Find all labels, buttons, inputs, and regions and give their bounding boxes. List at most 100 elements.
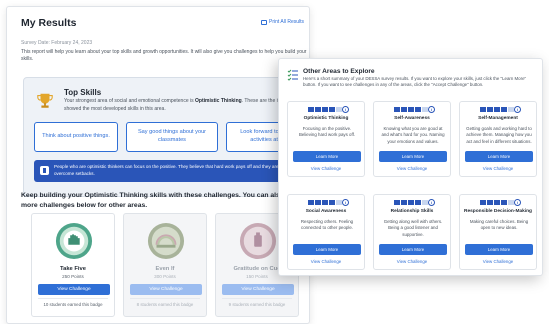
learn-more-button[interactable]: Learn More: [465, 244, 533, 255]
optimism-note: People who are optimistic thinkers can f…: [34, 160, 309, 182]
view-challenge-link[interactable]: View Challenge: [288, 259, 364, 264]
badge-icon: [147, 222, 185, 260]
area-name: Social Awareness: [305, 209, 347, 214]
meter-segment: [501, 107, 507, 112]
meter-segment: [487, 107, 493, 112]
info-icon[interactable]: i: [514, 106, 521, 113]
meter-segment: [408, 200, 414, 205]
badge-name: Even If: [155, 266, 175, 272]
badge-icon: [239, 222, 277, 260]
divider: [130, 298, 200, 299]
other-areas-text: Here's a short summary of your DESSA sur…: [303, 76, 527, 88]
badge-points: 250 Points: [62, 274, 84, 279]
earned-count: 10 students earned this badge: [43, 302, 103, 307]
skill-tip[interactable]: Say good things about your classmates: [126, 122, 218, 152]
meter-segment: [480, 200, 486, 205]
info-icon[interactable]: i: [342, 199, 349, 206]
intro-text: This report will help you learn about yo…: [21, 49, 307, 63]
meter-segment: [401, 107, 407, 112]
meter-segment: [394, 107, 400, 112]
area-description: Getting along well with others. Being a …: [383, 219, 443, 237]
meter-segment: [408, 107, 414, 112]
meter-segment: [322, 200, 328, 205]
area-name: Self-Awareness: [394, 116, 430, 121]
info-icon[interactable]: i: [428, 106, 435, 113]
meter-segment: [329, 200, 335, 205]
skill-level-meter: [394, 200, 428, 205]
area-name: Responsible Decision-Making: [464, 209, 532, 214]
area-description: Knowing what you are good at and what's …: [381, 126, 445, 144]
printer-icon: [261, 19, 267, 25]
view-challenge-link[interactable]: View Challenge: [460, 259, 536, 264]
view-challenge-link[interactable]: View Challenge: [374, 166, 450, 171]
view-challenge-link[interactable]: View Challenge: [460, 166, 536, 171]
print-all-results-link[interactable]: Print All Results: [261, 19, 304, 25]
info-icon[interactable]: i: [342, 106, 349, 113]
area-description: Getting goals and working hard to achiev…: [466, 126, 532, 144]
trophy-icon: [37, 93, 53, 108]
skill-level-meter: [308, 200, 342, 205]
view-challenge-button[interactable]: View Challenge: [222, 284, 294, 295]
area-description: Focusing on the positive. Believing hard…: [298, 126, 356, 138]
skill-level-meter: [480, 107, 514, 112]
area-name: Optimistic Thinking: [303, 116, 349, 121]
meter-segment: [494, 200, 500, 205]
earned-count: 8 students earned this badge: [136, 302, 194, 307]
meter-segment: [308, 200, 314, 205]
meter-segment: [401, 200, 407, 205]
top-skills-text: Your strongest area of social and emotio…: [64, 98, 310, 112]
meter-segment: [415, 200, 421, 205]
view-challenge-link[interactable]: View Challenge: [374, 259, 450, 264]
meter-segment: [315, 107, 321, 112]
meter-segment: [415, 107, 421, 112]
other-areas-panel: Other Areas to Explore Here's a short su…: [278, 58, 543, 276]
area-card-responsible-decision-making: i Responsible Decision-Making Making caref…: [459, 194, 537, 270]
skill-level-meter: [308, 107, 342, 112]
meter-segment: [322, 107, 328, 112]
flag-icon: [40, 166, 49, 175]
view-challenge-button[interactable]: View Challenge: [38, 284, 110, 295]
top-skills-heading: Top Skills: [64, 88, 102, 97]
meter-segment: [315, 200, 321, 205]
learn-more-button[interactable]: Learn More: [465, 151, 533, 162]
area-card-social-awareness: i Social Awareness Respecting others. Feel…: [287, 194, 365, 270]
challenge-card-even-if: Even If 300 Points View Challenge 8 stud…: [123, 213, 207, 317]
area-name: Relationship Skills: [390, 209, 434, 214]
divider: [222, 298, 292, 299]
meter-segment: [329, 107, 335, 112]
badge-points: 300 Points: [154, 274, 176, 279]
view-challenge-link[interactable]: View Challenge: [288, 166, 364, 171]
area-card-relationship-skills: i Relationship Skills Getting along well w…: [373, 194, 451, 270]
area-name: Self-Management: [478, 116, 518, 121]
learn-more-button[interactable]: Learn More: [293, 244, 361, 255]
skill-level-meter: [394, 107, 428, 112]
skill-tip[interactable]: Think about positive things.: [34, 122, 118, 152]
learn-more-button[interactable]: Learn More: [293, 151, 361, 162]
challenge-card-take-five: Take Five 250 Points View Challenge 10 s…: [31, 213, 115, 317]
area-card-optimistic-thinking: i Optimistic Thinking Focusing on the posi…: [287, 101, 365, 177]
earned-count: 9 students earned this badge: [228, 302, 286, 307]
learn-more-button[interactable]: Learn More: [379, 244, 447, 255]
my-results-panel: My Results Print All Results Survey Date…: [6, 6, 310, 324]
survey-date: Survey Date: February 24, 2023: [21, 40, 93, 46]
view-challenge-button[interactable]: View Challenge: [130, 284, 202, 295]
area-card-self-management: i Self-Management Getting goals and workin…: [459, 101, 537, 177]
meter-segment: [494, 107, 500, 112]
area-card-self-awareness: i Self-Awareness Knowing what you are good…: [373, 101, 451, 177]
top-skills-section: Top Skills Your strongest area of social…: [23, 77, 310, 197]
learn-more-button[interactable]: Learn More: [379, 151, 447, 162]
meter-segment: [394, 200, 400, 205]
print-label: Print All Results: [269, 19, 305, 25]
info-icon[interactable]: i: [514, 199, 521, 206]
other-areas-heading: Other Areas to Explore: [303, 68, 375, 75]
page-title: My Results: [21, 17, 77, 29]
top-skill-name: Optimistic Thinking: [195, 98, 242, 104]
keep-building-heading: Keep building your Optimistic Thinking s…: [21, 192, 310, 210]
area-description: Respecting others. Feeling connected to …: [300, 219, 354, 231]
badge-name: Take Five: [60, 266, 86, 272]
area-description: Making careful choices. Being open to ne…: [469, 219, 529, 231]
meter-segment: [308, 107, 314, 112]
meter-segment: [501, 200, 507, 205]
info-icon[interactable]: i: [428, 199, 435, 206]
divider: [38, 298, 108, 299]
